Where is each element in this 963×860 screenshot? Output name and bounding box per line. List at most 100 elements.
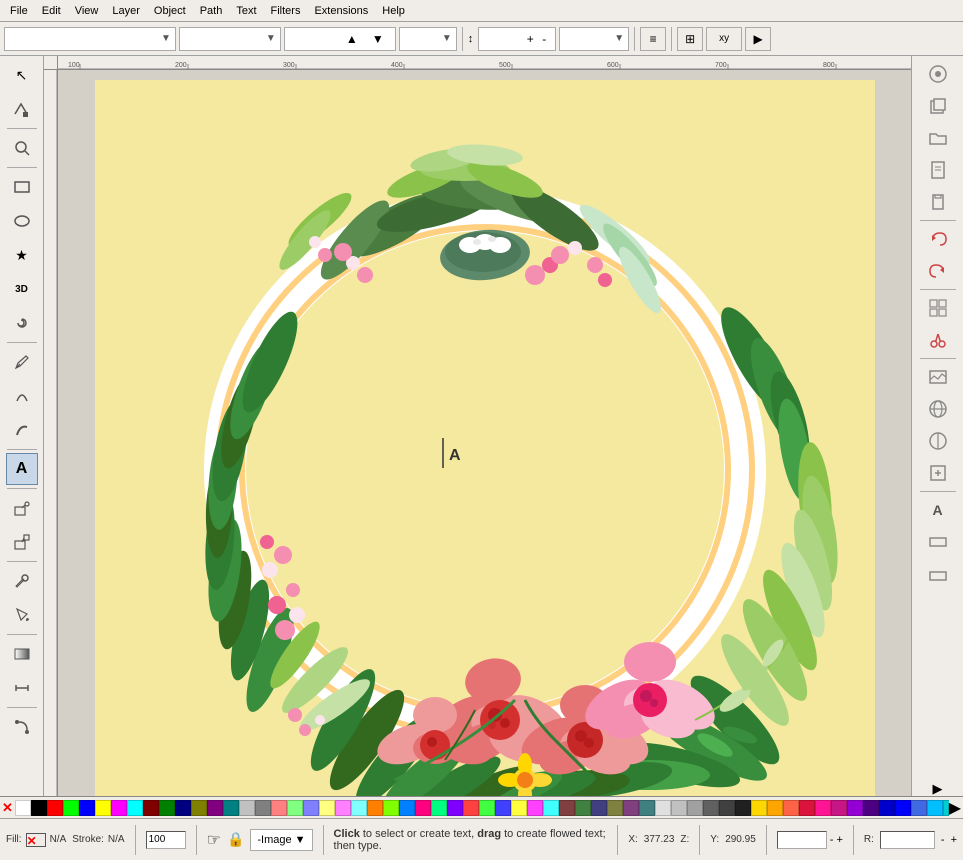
tool-star[interactable]: ★	[6, 239, 38, 271]
palette-swatch[interactable]	[319, 800, 335, 816]
tool-measure[interactable]	[6, 672, 38, 704]
font-size-input[interactable]: 32	[289, 33, 339, 45]
palette-swatch[interactable]	[399, 800, 415, 816]
menu-object[interactable]: Object	[148, 3, 192, 19]
font-style-control[interactable]: Normal ▼	[179, 27, 281, 51]
right-cut-btn[interactable]	[920, 325, 956, 355]
menu-help[interactable]: Help	[376, 3, 411, 19]
palette-swatch[interactable]	[687, 800, 703, 816]
right-rect2-btn[interactable]	[920, 527, 956, 557]
size-down-btn[interactable]: ▼	[365, 27, 391, 51]
palette-arrow-btn[interactable]: ▶	[949, 798, 961, 818]
unit-input[interactable]: pt	[404, 33, 442, 45]
right-snap-btn[interactable]	[920, 59, 956, 89]
palette-swatch[interactable]	[591, 800, 607, 816]
palette-swatch[interactable]	[543, 800, 559, 816]
palette-swatch[interactable]	[831, 800, 847, 816]
palette-swatch[interactable]	[623, 800, 639, 816]
zoom-in-btn[interactable]: +	[836, 834, 842, 846]
tool-rect[interactable]	[6, 171, 38, 203]
palette-swatch[interactable]	[207, 800, 223, 816]
palette-swatch[interactable]	[143, 800, 159, 816]
palette-swatch[interactable]	[767, 800, 783, 816]
palette-swatch[interactable]	[63, 800, 79, 816]
palette-swatch[interactable]	[431, 800, 447, 816]
right-undo-btn[interactable]	[920, 224, 956, 254]
spacing-down-btn[interactable]: -	[537, 27, 551, 51]
tool-circle[interactable]	[6, 205, 38, 237]
more-btn[interactable]: ▶	[745, 27, 771, 51]
tool-spray[interactable]	[6, 492, 38, 524]
palette-swatch[interactable]	[255, 800, 271, 816]
right-web-btn[interactable]	[920, 394, 956, 424]
tool-pen[interactable]	[6, 380, 38, 412]
palette-swatch[interactable]	[879, 800, 895, 816]
palette-swatch[interactable]	[799, 800, 815, 816]
palette-swatch[interactable]	[639, 800, 655, 816]
palette-swatch[interactable]	[367, 800, 383, 816]
menu-edit[interactable]: Edit	[36, 3, 67, 19]
palette-swatch[interactable]	[335, 800, 351, 816]
palette-swatch[interactable]	[895, 800, 911, 816]
palette-swatch[interactable]	[863, 800, 879, 816]
right-text-align-btn[interactable]: A	[920, 495, 956, 525]
font-family-input[interactable]: Linux Libertine Display O	[9, 33, 159, 45]
right-zoom-fit-btn[interactable]	[920, 458, 956, 488]
palette-swatch[interactable]	[575, 800, 591, 816]
canvas-wrapper[interactable]: A	[58, 70, 911, 838]
canvas[interactable]: A	[95, 80, 875, 838]
menu-layer[interactable]: Layer	[106, 3, 146, 19]
palette-swatch[interactable]	[719, 800, 735, 816]
menu-extensions[interactable]: Extensions	[308, 3, 374, 19]
palette-swatch[interactable]	[911, 800, 927, 816]
palette-swatch[interactable]	[127, 800, 143, 816]
tool-3d[interactable]: 3D	[6, 273, 38, 305]
spacing-up-btn[interactable]: +	[523, 27, 537, 51]
opacity-input[interactable]	[146, 831, 186, 849]
palette-swatch[interactable]	[671, 800, 687, 816]
palette-swatch[interactable]	[271, 800, 287, 816]
menu-text[interactable]: Text	[230, 3, 262, 19]
right-paste-btn[interactable]	[920, 187, 956, 217]
line-spacing-input[interactable]: 1.15	[483, 33, 523, 45]
menu-path[interactable]: Path	[194, 3, 229, 19]
palette-swatch[interactable]	[47, 800, 63, 816]
tool-node[interactable]	[6, 93, 38, 125]
palette-swatch[interactable]	[95, 800, 111, 816]
menu-view[interactable]: View	[69, 3, 105, 19]
text-align-btn[interactable]: ≡	[640, 27, 666, 51]
tool-zoom[interactable]	[6, 132, 38, 164]
palette-swatch[interactable]	[223, 800, 239, 816]
tool-connector[interactable]	[6, 711, 38, 743]
palette-swatch[interactable]	[175, 800, 191, 816]
palette-swatch[interactable]	[479, 800, 495, 816]
palette-swatch[interactable]	[111, 800, 127, 816]
palette-swatch[interactable]	[31, 800, 47, 816]
palette-swatch[interactable]	[447, 800, 463, 816]
right-redo-btn[interactable]	[920, 256, 956, 286]
tool-spray2[interactable]	[6, 526, 38, 558]
zoom-out-btn[interactable]: -	[830, 834, 834, 846]
palette-swatch[interactable]	[303, 800, 319, 816]
no-color-btn[interactable]: ✕	[2, 800, 13, 816]
tool-calligraphy[interactable]	[6, 414, 38, 446]
tool-gradient[interactable]	[6, 638, 38, 670]
tool-text[interactable]: A	[6, 453, 38, 485]
right-folder-btn[interactable]	[920, 123, 956, 153]
tool-select[interactable]: ↖	[6, 59, 38, 91]
menu-filters[interactable]: Filters	[265, 3, 307, 19]
palette-swatch[interactable]	[751, 800, 767, 816]
palette-swatch[interactable]	[15, 800, 31, 816]
palette-swatch[interactable]	[463, 800, 479, 816]
palette-swatch[interactable]	[847, 800, 863, 816]
palette-swatch[interactable]	[511, 800, 527, 816]
line-spacing-control[interactable]: 1.15 + -	[478, 27, 556, 51]
tool-dropper[interactable]	[6, 565, 38, 597]
right-image-btn[interactable]	[920, 362, 956, 392]
rotation-cw-btn[interactable]: +	[951, 834, 957, 846]
palette-swatch[interactable]	[159, 800, 175, 816]
glyph-btn[interactable]: ⊞	[677, 27, 703, 51]
right-web2-btn[interactable]	[920, 426, 956, 456]
tool-fill[interactable]	[6, 599, 38, 631]
palette-swatch[interactable]	[239, 800, 255, 816]
